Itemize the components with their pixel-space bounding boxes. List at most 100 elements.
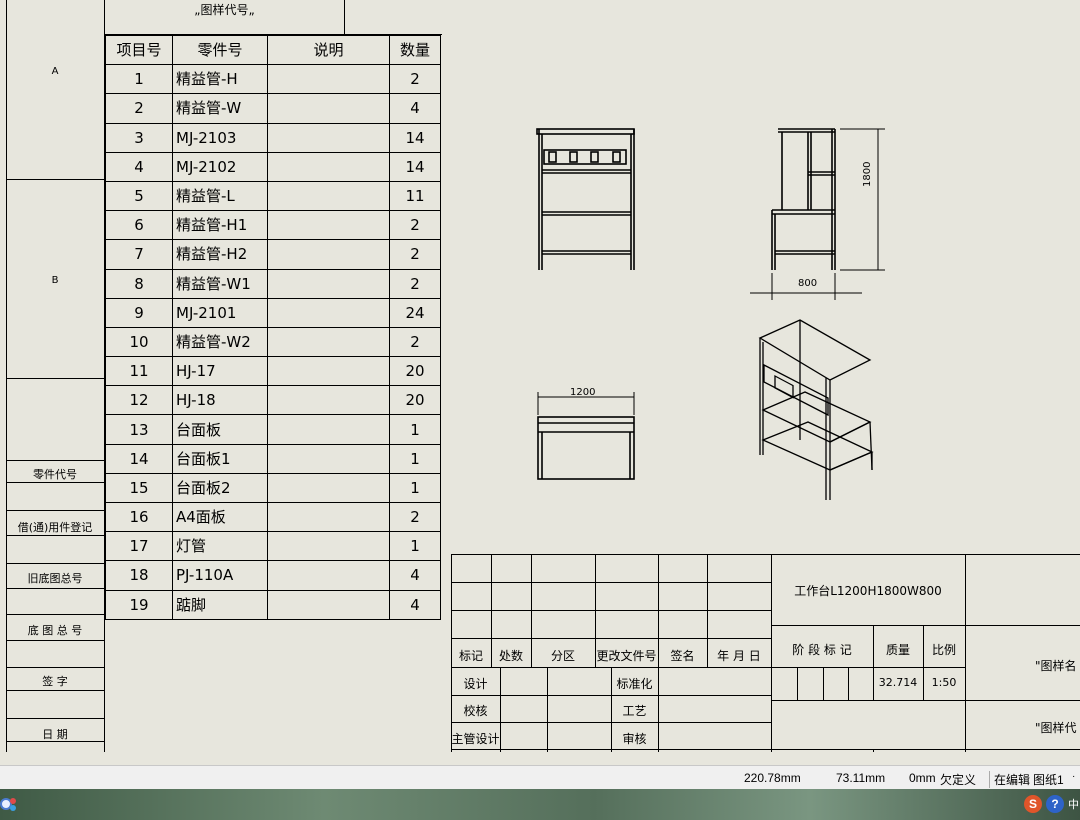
cell-item-no[interactable]: 18 xyxy=(105,560,173,591)
cell-quantity[interactable]: 2 xyxy=(389,210,441,241)
table-row[interactable]: 4 MJ-2102 14 xyxy=(105,151,441,182)
cell-quantity[interactable]: 1 xyxy=(389,472,441,504)
table-row[interactable]: 19 踮脚 4 xyxy=(105,589,441,620)
cell-item-no[interactable]: 1 xyxy=(105,64,173,95)
cell-quantity[interactable]: 24 xyxy=(389,297,441,328)
table-row[interactable]: 5 精益管-L 11 xyxy=(105,180,441,212)
table-row[interactable]: 11 HJ-17 20 xyxy=(105,356,441,387)
cell-item-no[interactable]: 5 xyxy=(105,180,173,212)
table-row[interactable]: 2 精益管-W 4 xyxy=(105,93,441,124)
cell-part-no[interactable]: 灯管 xyxy=(172,531,268,562)
cell-description[interactable] xyxy=(267,589,390,620)
cell-item-no[interactable]: 11 xyxy=(105,356,173,387)
depth-dimension[interactable]: 800 xyxy=(798,278,817,289)
help-icon[interactable]: ? xyxy=(1046,795,1064,813)
cell-part-no[interactable]: 精益管-H1 xyxy=(172,210,268,241)
cell-item-no[interactable]: 13 xyxy=(105,414,173,445)
cell-quantity[interactable]: 2 xyxy=(389,64,441,95)
cell-description[interactable] xyxy=(267,268,390,299)
cell-part-no[interactable]: PJ-110A xyxy=(172,560,268,591)
tray-text[interactable]: 中 xyxy=(1068,796,1079,812)
cell-item-no[interactable]: 19 xyxy=(105,589,173,620)
cell-quantity[interactable]: 1 xyxy=(389,414,441,445)
cell-part-no[interactable]: 精益管-W2 xyxy=(172,326,268,358)
cell-item-no[interactable]: 17 xyxy=(105,531,173,562)
table-row[interactable]: 14 台面板1 1 xyxy=(105,443,441,474)
mass-value[interactable]: 32.714 xyxy=(873,676,923,689)
cell-part-no[interactable]: 台面板2 xyxy=(172,472,268,504)
table-row[interactable]: 15 台面板2 1 xyxy=(105,472,441,504)
cell-description[interactable] xyxy=(267,560,390,591)
cell-quantity[interactable]: 2 xyxy=(389,326,441,358)
cell-part-no[interactable]: HJ-17 xyxy=(172,356,268,387)
cell-description[interactable] xyxy=(267,297,390,328)
table-row[interactable]: 13 台面板 1 xyxy=(105,414,441,445)
cell-item-no[interactable]: 8 xyxy=(105,268,173,299)
cell-description[interactable] xyxy=(267,180,390,212)
cell-item-no[interactable]: 6 xyxy=(105,210,173,241)
cell-part-no[interactable]: 精益管-W1 xyxy=(172,268,268,299)
table-row[interactable]: 3 MJ-2103 14 xyxy=(105,122,441,153)
scale-value[interactable]: 1:50 xyxy=(923,676,965,689)
cell-part-no[interactable]: 精益管-H xyxy=(172,64,268,95)
cell-description[interactable] xyxy=(267,122,390,153)
cell-item-no[interactable]: 16 xyxy=(105,501,173,533)
cell-part-no[interactable]: 精益管-L xyxy=(172,180,268,212)
status-resize-grip[interactable]: · xyxy=(1072,771,1075,782)
cell-part-no[interactable]: 精益管-W xyxy=(172,93,268,124)
cell-quantity[interactable]: 11 xyxy=(389,180,441,212)
cell-item-no[interactable]: 14 xyxy=(105,443,173,474)
width-dimension[interactable]: 1200 xyxy=(570,387,595,398)
cell-quantity[interactable]: 4 xyxy=(389,93,441,124)
cell-quantity[interactable]: 14 xyxy=(389,151,441,182)
cell-part-no[interactable]: 台面板 xyxy=(172,414,268,445)
cell-part-no[interactable]: A4面板 xyxy=(172,501,268,533)
cell-part-no[interactable]: 踮脚 xyxy=(172,589,268,620)
table-row[interactable]: 16 A4面板 2 xyxy=(105,501,441,533)
cell-description[interactable] xyxy=(267,443,390,474)
cell-item-no[interactable]: 2 xyxy=(105,93,173,124)
cell-part-no[interactable]: MJ-2102 xyxy=(172,151,268,182)
cell-description[interactable] xyxy=(267,472,390,504)
cell-description[interactable] xyxy=(267,326,390,358)
cell-description[interactable] xyxy=(267,531,390,562)
table-row[interactable]: 7 精益管-H2 2 xyxy=(105,239,441,270)
table-row[interactable]: 9 MJ-2101 24 xyxy=(105,297,441,328)
cell-quantity[interactable]: 1 xyxy=(389,443,441,474)
cell-part-no[interactable]: MJ-2101 xyxy=(172,297,268,328)
cell-quantity[interactable]: 14 xyxy=(389,122,441,153)
cell-quantity[interactable]: 4 xyxy=(389,589,441,620)
cell-description[interactable] xyxy=(267,385,390,416)
cell-description[interactable] xyxy=(267,64,390,95)
cell-description[interactable] xyxy=(267,356,390,387)
table-row[interactable]: 10 精益管-W2 2 xyxy=(105,326,441,358)
cell-part-no[interactable]: 台面板1 xyxy=(172,443,268,474)
cell-item-no[interactable]: 12 xyxy=(105,385,173,416)
table-row[interactable]: 6 精益管-H1 2 xyxy=(105,210,441,241)
cell-part-no[interactable]: 精益管-H2 xyxy=(172,239,268,270)
cell-item-no[interactable]: 4 xyxy=(105,151,173,182)
cell-item-no[interactable]: 7 xyxy=(105,239,173,270)
height-dimension[interactable]: 1800 xyxy=(862,162,873,187)
cell-description[interactable] xyxy=(267,414,390,445)
table-row[interactable]: 18 PJ-110A 4 xyxy=(105,560,441,591)
cell-quantity[interactable]: 20 xyxy=(389,356,441,387)
cell-item-no[interactable]: 10 xyxy=(105,326,173,358)
sogou-icon[interactable]: S xyxy=(1024,795,1042,813)
cell-quantity[interactable]: 20 xyxy=(389,385,441,416)
cell-item-no[interactable]: 3 xyxy=(105,122,173,153)
part-name[interactable]: 工作台L1200H1800W800 xyxy=(771,582,965,599)
drawing-views[interactable] xyxy=(520,110,900,510)
cell-description[interactable] xyxy=(267,239,390,270)
cell-quantity[interactable]: 2 xyxy=(389,239,441,270)
cell-quantity[interactable]: 4 xyxy=(389,560,441,591)
table-row[interactable]: 12 HJ-18 20 xyxy=(105,385,441,416)
cell-description[interactable] xyxy=(267,501,390,533)
cell-item-no[interactable]: 9 xyxy=(105,297,173,328)
status-sheet[interactable]: 图纸1 xyxy=(1033,771,1064,788)
cell-part-no[interactable]: HJ-18 xyxy=(172,385,268,416)
cell-description[interactable] xyxy=(267,151,390,182)
cell-quantity[interactable]: 1 xyxy=(389,531,441,562)
cell-description[interactable] xyxy=(267,93,390,124)
cell-description[interactable] xyxy=(267,210,390,241)
